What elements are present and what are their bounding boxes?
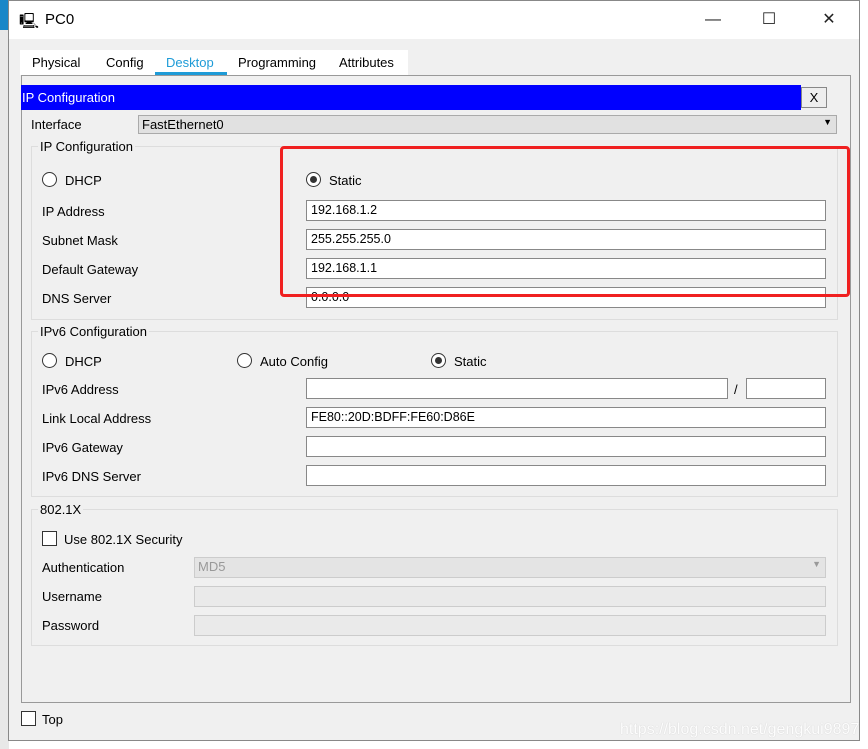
tab-desktop[interactable]: Desktop (166, 55, 214, 70)
authentication-select[interactable]: MD5 ▼ (194, 557, 826, 578)
ip-address-label: IP Address (42, 204, 105, 219)
ipv6-group-title: IPv6 Configuration (38, 324, 149, 339)
ipv6-dns-input[interactable] (306, 465, 826, 486)
authentication-label: Authentication (42, 560, 125, 575)
ipv6-prefix-input[interactable] (746, 378, 826, 399)
ipv6-dns-label: IPv6 DNS Server (42, 469, 141, 484)
window-title: PC0 (45, 11, 75, 28)
ipv6-dhcp-label: DHCP (65, 354, 102, 369)
ipv6-address-label: IPv6 Address (42, 382, 119, 397)
subnet-mask-label: Subnet Mask (42, 233, 118, 248)
interface-label: Interface (31, 117, 82, 132)
password-input[interactable] (194, 615, 826, 636)
watermark: https://blog.csdn.net/gengkui9897 (620, 721, 860, 738)
tab-physical[interactable]: Physical (32, 55, 80, 70)
highlight-annotation-box (280, 146, 850, 297)
tab-attributes[interactable]: Attributes (339, 55, 394, 70)
username-input[interactable] (194, 586, 826, 607)
username-label: Username (42, 589, 102, 604)
ipv4-dhcp-label: DHCP (65, 173, 102, 188)
ip-config-header: IP Configuration (21, 85, 801, 110)
link-local-label: Link Local Address (42, 411, 152, 426)
authentication-value: MD5 (198, 559, 226, 574)
pc-icon: 🖳 (19, 13, 40, 30)
dns-server-label: DNS Server (42, 291, 112, 306)
ip-config-close-button[interactable]: X (801, 87, 827, 108)
ipv6-auto-config-label: Auto Config (260, 354, 328, 369)
use-8021x-label: Use 802.1X Security (64, 532, 183, 547)
ipv6-gateway-input[interactable] (306, 436, 826, 457)
ipv6-static-radio[interactable] (431, 353, 446, 368)
ipv6-gateway-label: IPv6 Gateway (42, 440, 123, 455)
tab-programming[interactable]: Programming (238, 55, 316, 70)
minimize-button[interactable]: — (693, 7, 733, 33)
prefix-slash: / (734, 382, 738, 397)
close-button[interactable]: ✕ (809, 7, 849, 33)
ipv6-static-label: Static (454, 354, 487, 369)
dropdown-arrow-icon: ▼ (812, 559, 821, 569)
default-gateway-label: Default Gateway (42, 262, 139, 277)
top-label: Top (42, 712, 63, 727)
ipv6-dhcp-radio[interactable] (42, 353, 57, 368)
use-8021x-checkbox[interactable] (42, 531, 57, 546)
dot1x-group-title: 802.1X (38, 502, 84, 517)
link-local-input[interactable]: FE80::20D:BDFF:FE60:D86E (306, 407, 826, 428)
dropdown-arrow-icon: ▼ (823, 117, 832, 127)
interface-select[interactable]: FastEthernet0 ▼ (138, 115, 837, 134)
top-checkbox[interactable] (21, 711, 36, 726)
ipv6-auto-config-radio[interactable] (237, 353, 252, 368)
maximize-button[interactable]: ☐ (749, 7, 789, 33)
password-label: Password (42, 618, 100, 633)
interface-value: FastEthernet0 (142, 117, 224, 132)
title-bar[interactable]: 🖳 PC0 — ☐ ✕ (9, 1, 859, 39)
tab-config[interactable]: Config (106, 55, 144, 70)
ipv4-group-title: IP Configuration (38, 139, 135, 154)
ipv4-dhcp-radio[interactable] (42, 172, 57, 187)
ipv6-address-input[interactable] (306, 378, 728, 399)
